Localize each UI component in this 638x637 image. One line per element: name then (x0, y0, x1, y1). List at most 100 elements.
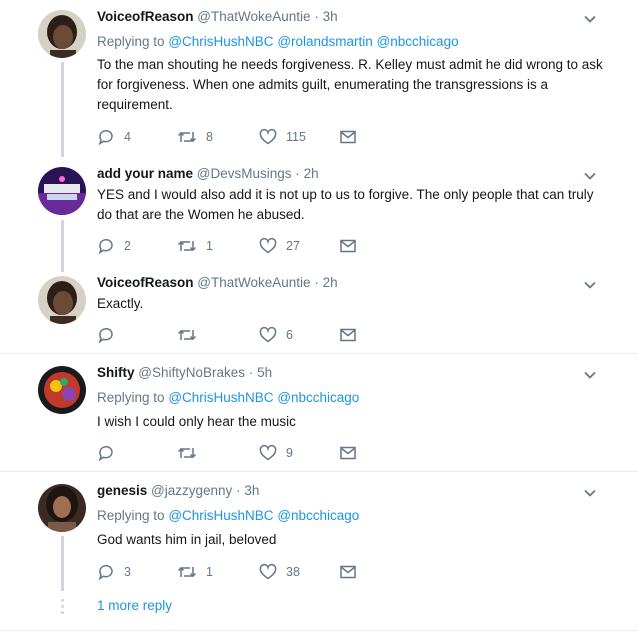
reply-count: 3 (124, 565, 131, 579)
like-count: 9 (286, 446, 293, 460)
like-button[interactable]: 27 (259, 236, 300, 256)
reply-icon (98, 564, 113, 581)
message-button[interactable] (339, 236, 357, 256)
user-handle[interactable]: @DevsMusings (197, 166, 292, 181)
heart-icon (259, 237, 277, 254)
chevron-down-icon[interactable] (583, 368, 597, 382)
chevron-down-icon[interactable] (583, 486, 597, 500)
reply-count: 2 (124, 239, 131, 253)
retweet-button[interactable]: 1 (177, 236, 213, 256)
separator-dot: · (314, 9, 319, 24)
reply-button[interactable] (97, 443, 124, 463)
like-button[interactable]: 115 (259, 127, 306, 147)
tweet-text: I wish I could only hear the music (97, 414, 296, 429)
timestamp[interactable]: 3h (244, 483, 259, 498)
thread-line (61, 220, 64, 272)
avatar[interactable] (38, 276, 86, 324)
reply-count: 4 (124, 130, 131, 144)
divider (0, 630, 638, 631)
display-name[interactable]: add your name (97, 166, 193, 181)
retweet-count: 1 (206, 565, 213, 579)
reply-icon (98, 445, 113, 462)
timestamp[interactable]: 5h (257, 365, 272, 380)
user-handle[interactable]: @ThatWokeAuntie (197, 9, 310, 24)
reply-button[interactable]: 3 (97, 562, 131, 582)
retweet-button[interactable] (177, 325, 206, 345)
display-name[interactable]: genesis (97, 483, 147, 498)
thread-line (61, 536, 64, 591)
retweet-icon (177, 131, 197, 143)
retweet-count: 8 (206, 130, 213, 144)
replying-to-label: Replying to (97, 508, 165, 523)
mention-link[interactable]: @rolandsmartin (277, 34, 373, 49)
retweet-icon (177, 240, 197, 252)
thread-line (61, 62, 64, 157)
user-handle[interactable]: @ShiftyNoBrakes (138, 365, 245, 380)
display-name[interactable]: VoiceofReason (97, 275, 194, 290)
user-handle[interactable]: @ThatWokeAuntie (197, 275, 310, 290)
message-button[interactable] (339, 127, 357, 147)
reply-icon (98, 238, 113, 255)
timestamp[interactable]: 2h (304, 166, 319, 181)
mention-link[interactable]: @ChrisHushNBC (168, 508, 273, 523)
like-count: 6 (286, 328, 293, 342)
envelope-icon (340, 239, 356, 253)
heart-icon (259, 326, 277, 343)
mention-link[interactable]: @nbcchicago (277, 508, 359, 523)
envelope-icon (340, 328, 356, 342)
avatar[interactable] (38, 10, 86, 58)
retweet-icon (177, 329, 197, 341)
like-count: 27 (286, 239, 300, 253)
like-count: 115 (286, 130, 306, 144)
avatar[interactable] (38, 366, 86, 414)
separator-dot: · (314, 275, 319, 290)
divider (0, 353, 638, 354)
tweet-text: YES and I would also add it is not up to… (97, 187, 594, 222)
reply-button[interactable] (97, 325, 124, 345)
retweet-icon (177, 447, 197, 459)
tweet-text: God wants him in jail, beloved (97, 532, 277, 547)
replying-to-label: Replying to (97, 34, 165, 49)
timestamp[interactable]: 2h (323, 275, 338, 290)
mention-link[interactable]: @ChrisHushNBC (168, 34, 273, 49)
separator-dot: · (248, 365, 254, 380)
display-name[interactable]: Shifty (97, 365, 135, 380)
retweet-button[interactable]: 8 (177, 127, 213, 147)
chevron-down-icon[interactable] (583, 278, 597, 292)
retweet-icon (177, 566, 197, 578)
heart-icon (259, 444, 277, 461)
mention-link[interactable]: @ChrisHushNBC (168, 390, 273, 405)
retweet-button[interactable]: 1 (177, 562, 213, 582)
reply-icon (98, 129, 113, 146)
envelope-icon (340, 446, 356, 460)
chevron-down-icon[interactable] (583, 169, 597, 183)
retweet-button[interactable] (177, 443, 206, 463)
separator-dot: · (295, 166, 300, 181)
avatar[interactable] (38, 167, 86, 215)
tweet-text: To the man shouting he needs forgiveness… (97, 57, 603, 112)
mention-link[interactable]: @nbcchicago (377, 34, 459, 49)
user-handle[interactable]: @jazzygenny (151, 483, 232, 498)
more-replies-link[interactable]: 1 more reply (97, 598, 172, 613)
retweet-count: 1 (206, 239, 213, 253)
envelope-icon (340, 565, 356, 579)
like-button[interactable]: 38 (259, 562, 300, 582)
replying-to-label: Replying to (97, 390, 165, 405)
display-name[interactable]: VoiceofReason (97, 9, 194, 24)
tweet-text: Exactly. (97, 296, 144, 311)
message-button[interactable] (339, 562, 357, 582)
reply-button[interactable]: 2 (97, 236, 131, 256)
like-button[interactable]: 6 (259, 325, 293, 345)
like-count: 38 (286, 565, 300, 579)
like-button[interactable]: 9 (259, 443, 293, 463)
message-button[interactable] (339, 443, 357, 463)
timestamp[interactable]: 3h (323, 9, 338, 24)
heart-icon (259, 563, 277, 580)
reply-button[interactable]: 4 (97, 127, 131, 147)
avatar[interactable] (38, 484, 86, 532)
chevron-down-icon[interactable] (583, 12, 597, 26)
mention-link[interactable]: @nbcchicago (277, 390, 359, 405)
thread-dots (61, 599, 64, 617)
divider (0, 471, 638, 472)
message-button[interactable] (339, 325, 357, 345)
